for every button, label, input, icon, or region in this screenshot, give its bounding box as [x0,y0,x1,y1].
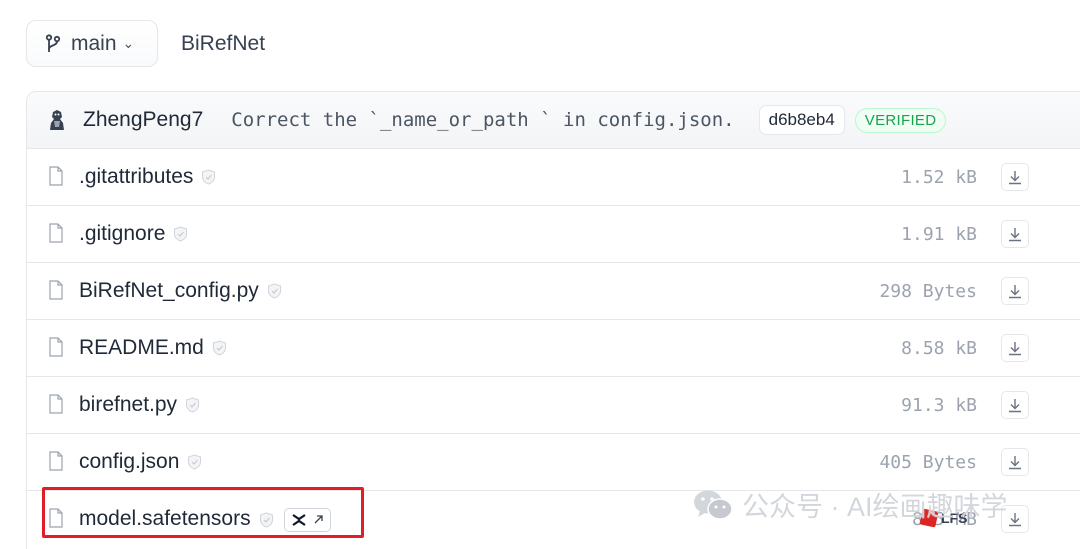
file-icon [49,280,63,300]
file-size: 8.58 kB [901,337,977,359]
commit-message[interactable]: Correct the `_name_or_path ` in config.j… [231,109,734,131]
file-icon [49,223,63,243]
avatar[interactable] [47,109,67,131]
file-name[interactable]: .gitattributes [79,165,193,188]
file-icon [49,337,63,357]
watermark: 公众号 · AI绘画趣味学 [692,485,1008,524]
file-name[interactable]: BiRefNet_config.py [79,279,259,302]
shield-icon [174,226,188,242]
shield-icon [267,283,281,299]
download-button[interactable] [1001,334,1029,362]
git-branch-icon [45,33,61,52]
shield-icon [202,169,216,185]
repo-name[interactable]: BiRefNet [181,32,265,56]
download-icon [1009,170,1021,184]
file-icon [49,451,63,471]
download-icon [1009,398,1021,412]
shield-icon [188,454,202,470]
download-icon [1009,284,1021,298]
file-size: 1.91 kB [901,223,977,245]
download-button[interactable] [1001,448,1029,476]
file-icon [49,166,63,186]
file-size: 1.52 kB [901,166,977,188]
commit-hash[interactable]: d6b8eb4 [758,105,845,135]
file-size: 91.3 kB [901,394,977,416]
shield-icon [212,340,226,356]
branch-selector[interactable]: main ⌄ [26,20,158,67]
file-row[interactable]: config.json 405 Bytes [27,434,1080,491]
file-list-panel: ZhengPeng7 Correct the `_name_or_path ` … [26,91,1080,549]
branch-label: main [71,31,117,55]
download-button[interactable] [1001,163,1029,191]
chevron-down-icon: ⌄ [122,35,135,51]
download-icon [1009,341,1021,355]
download-icon [1009,227,1021,241]
download-icon [1009,455,1021,469]
file-name[interactable]: README.md [79,336,204,359]
watermark-text: 公众号 · AI绘画趣味学 [742,492,1008,522]
commit-author[interactable]: ZhengPeng7 [83,108,203,132]
verified-badge: VERIFIED [854,107,947,133]
file-size: 298 Bytes [879,280,977,302]
file-size: 405 Bytes [879,451,977,473]
file-row[interactable]: BiRefNet_config.py 298 Bytes [27,263,1080,320]
last-commit-row: ZhengPeng7 Correct the `_name_or_path ` … [27,92,1080,149]
download-icon [1009,512,1021,526]
file-row[interactable]: .gitignore 1.91 kB [27,206,1080,263]
file-name[interactable]: birefnet.py [79,393,177,416]
download-button[interactable] [1001,277,1029,305]
highlight-box [42,487,364,538]
file-row[interactable]: README.md 8.58 kB [27,320,1080,377]
file-name[interactable]: config.json [79,450,179,473]
shield-icon [186,397,200,413]
download-button[interactable] [1001,220,1029,248]
download-button[interactable] [1001,391,1029,419]
file-name[interactable]: .gitignore [79,222,165,245]
file-row[interactable]: .gitattributes 1.52 kB [27,149,1080,206]
top-bar: main ⌄ BiRefNet [26,20,265,67]
wechat-icon [694,490,733,520]
file-icon [49,394,63,414]
file-row[interactable]: birefnet.py 91.3 kB [27,377,1080,434]
